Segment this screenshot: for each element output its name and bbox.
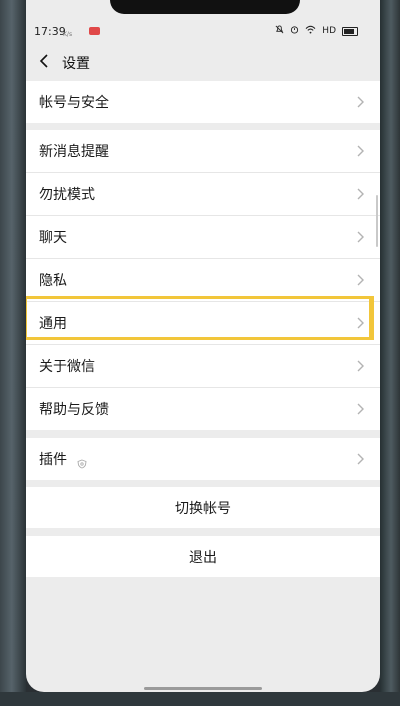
settings-item-label: 帐号与安全 [39,95,109,111]
settings-item-label: 插件 [39,452,67,468]
settings-item-label: 聊天 [39,230,67,246]
switch-account-group: 切换帐号 [26,487,380,528]
chevron-right-icon [356,274,364,286]
switch-account-button[interactable]: 切换帐号 [26,487,380,528]
network-type: HD [322,26,336,36]
chevron-right-icon [356,188,364,200]
settings-item-label: 隐私 [39,273,67,289]
logout-button[interactable]: 退出 [26,536,380,577]
phone-notch [110,0,300,14]
chevron-right-icon [356,317,364,329]
header: 设置 [26,48,380,76]
scroll-indicator [376,195,378,247]
settings-item-chat[interactable]: 聊天 [26,216,380,259]
status-icons: HD [275,25,358,37]
settings-group-main: 新消息提醒 勿扰模式 聊天 隐私 通用 关于微信 帮助与反馈 [26,130,380,430]
settings-item-label: 勿扰模式 [39,187,95,203]
status-time: 17:39 [34,25,66,38]
settings-item-do-not-disturb[interactable]: 勿扰模式 [26,173,380,216]
settings-item-label: 关于微信 [39,359,95,375]
alarm-icon [290,25,299,37]
chevron-right-icon [356,145,364,157]
phone-frame-bottom [0,692,400,706]
logout-group: 退出 [26,536,380,577]
phone-frame-right [380,0,400,706]
chevron-right-icon [356,231,364,243]
chevron-right-icon [356,453,364,465]
status-bar: 17:39 K/s HD [26,18,380,48]
settings-item-help-feedback[interactable]: 帮助与反馈 [26,388,380,430]
settings-item-account-security[interactable]: 帐号与安全 [26,81,380,123]
chevron-right-icon [356,96,364,108]
settings-item-label: 帮助与反馈 [39,402,109,418]
settings-item-label: 通用 [39,316,67,332]
settings-group-account: 帐号与安全 [26,81,380,123]
home-indicator [144,687,262,690]
plugin-shield-icon [77,454,87,469]
mute-icon [275,25,284,37]
battery-icon [342,26,358,36]
settings-item-privacy[interactable]: 隐私 [26,259,380,302]
back-icon[interactable] [36,50,54,72]
settings-group-plugins: 插件 [26,438,380,480]
network-speed: K/s [63,31,73,38]
settings-item-general[interactable]: 通用 [26,302,380,345]
settings-item-notifications[interactable]: 新消息提醒 [26,130,380,173]
screen: 17:39 K/s HD 设置 帐号与安全 新消息提醒 勿扰模式 聊天 隐私 通… [26,0,380,692]
notification-icon [89,27,100,35]
settings-item-label: 新消息提醒 [39,144,109,160]
settings-item-about[interactable]: 关于微信 [26,345,380,388]
chevron-right-icon [356,360,364,372]
settings-item-plugins[interactable]: 插件 [26,438,380,480]
page-title: 设置 [62,56,90,72]
wifi-icon [305,25,316,37]
phone-frame-left [0,0,26,706]
chevron-right-icon [356,403,364,415]
